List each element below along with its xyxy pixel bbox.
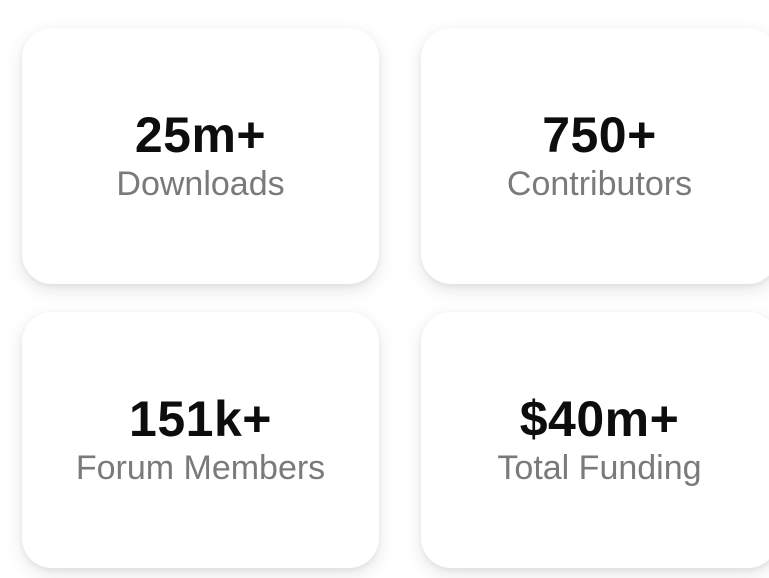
stat-label: Total Funding <box>497 448 702 487</box>
stat-value: 151k+ <box>129 390 272 447</box>
stat-value: 25m+ <box>134 106 267 163</box>
stat-label: Forum Members <box>75 448 326 487</box>
stat-card-downloads: 25m+ Downloads <box>22 28 379 284</box>
stat-card-total-funding: $40m+ Total Funding <box>421 312 769 568</box>
stat-card-contributors: 750+ Contributors <box>421 28 769 284</box>
stats-grid: 25m+ Downloads 750+ Contributors 151k+ F… <box>0 0 769 578</box>
stat-label: Downloads <box>116 164 285 203</box>
stat-card-forum-members: 151k+ Forum Members <box>22 312 379 568</box>
stat-label: Contributors <box>506 164 693 203</box>
stat-value: 750+ <box>542 106 657 163</box>
stat-value: $40m+ <box>519 390 680 447</box>
